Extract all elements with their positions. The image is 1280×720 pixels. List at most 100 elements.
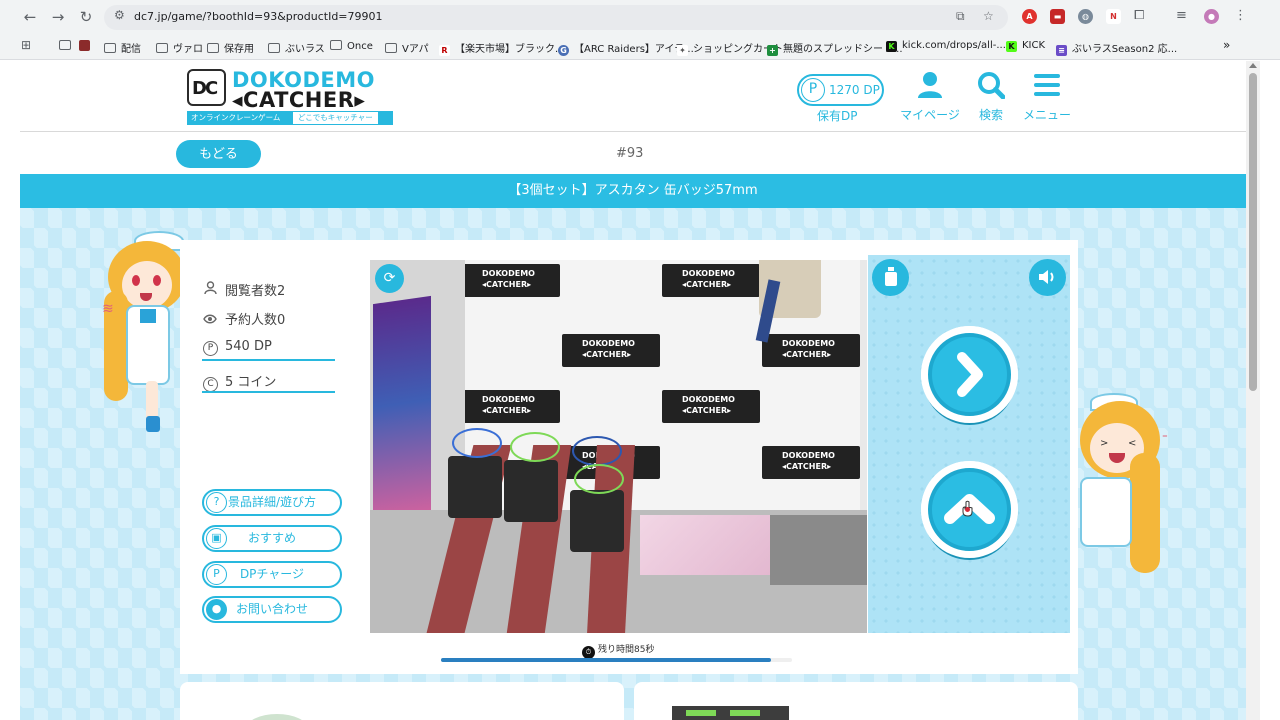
prize-box-2	[504, 460, 558, 522]
reload-icon[interactable]: ↻	[76, 7, 96, 27]
camera-logo-tile-text: DOKODEMO◂CATCHER▸	[782, 339, 835, 359]
camera-logo-tile: DOKODEMO◂CATCHER▸	[762, 446, 860, 479]
site-favicon-icon	[79, 40, 90, 51]
dp-balance-label: 保有DP	[817, 109, 858, 123]
crane-arm-button[interactable]	[872, 259, 909, 296]
p-coin-icon: P	[206, 564, 227, 585]
scroll-up-arrow-icon[interactable]	[1249, 63, 1257, 68]
install-app-icon[interactable]: ⧉	[956, 9, 965, 24]
contact-button[interactable]: ● お問い合わせ	[202, 596, 342, 623]
profile-avatar-icon[interactable]: ●	[1204, 9, 1219, 24]
hamburger-menu-icon	[1034, 74, 1060, 96]
folder-icon	[207, 43, 219, 53]
coin-cost: C5 コイン	[203, 371, 276, 392]
timer-progress-track	[441, 658, 792, 662]
address-bar[interactable]: ⚙ dc7.jp/game/?boothId=93&productId=7990…	[104, 5, 1008, 30]
bookmark-builas-season2[interactable]: ≡ ぶいラスSeason2 応...	[1056, 40, 1177, 56]
camera-logo-tile-text: DOKODEMO◂CATCHER▸	[582, 339, 635, 359]
forward-arrow-icon[interactable]: →	[48, 7, 68, 27]
header-divider	[20, 131, 1246, 132]
move-back-button[interactable]	[921, 461, 1018, 560]
sound-toggle-button[interactable]	[1029, 259, 1066, 296]
move-right-button[interactable]	[921, 326, 1018, 425]
extensions-puzzle-icon[interactable]: ⧠	[1134, 8, 1144, 23]
camera-logo-tile: DOKODEMO◂CATCHER▸	[762, 334, 860, 367]
coin-cost-underline	[202, 391, 335, 393]
url-text[interactable]: dc7.jp/game/?boothId=93&productId=79901	[134, 10, 383, 23]
folder-icon	[156, 43, 168, 53]
prize-ring-green-2	[574, 464, 624, 494]
camera-logo-tile: DOKODEMO◂CATCHER▸	[462, 390, 560, 423]
question-icon: ?	[206, 492, 227, 513]
site-logo[interactable]: DC DOKODEMO ◂CATCHER▸ オンラインクレーンゲーム どこでもキ…	[187, 68, 395, 126]
c-coin-icon: C	[203, 377, 218, 392]
window-edge	[1260, 61, 1280, 720]
right-arrow-icon	[957, 352, 983, 397]
media-queue-icon[interactable]: ≡	[1176, 8, 1187, 23]
extension-globe-icon[interactable]: ◍	[1078, 9, 1093, 24]
lower-card-left	[180, 682, 624, 720]
camera-logo-tile-text: DOKODEMO◂CATCHER▸	[482, 395, 535, 415]
logo-tagline: オンラインクレーンゲーム どこでもキャッチャー	[187, 111, 393, 125]
hand-cursor-icon	[962, 500, 973, 517]
bookmark-kick-drops[interactable]: Kkick.com/drops/all-...	[886, 40, 1006, 52]
surprise-mark-icon: ≋	[102, 301, 114, 317]
kebab-menu-icon[interactable]: ⋮	[1234, 8, 1247, 23]
extension-red-icon[interactable]: ▬	[1050, 9, 1065, 24]
camera-logo-tile: DOKODEMO◂CATCHER▸	[662, 264, 760, 297]
folder-icon	[104, 43, 116, 53]
back-arrow-icon[interactable]: ←	[20, 7, 40, 27]
bookmark-folder-vapa[interactable]: Vアパ	[385, 40, 429, 55]
dp-charge-button[interactable]: P DPチャージ	[202, 561, 342, 588]
more-bookmarks-chevron-icon[interactable]: »	[1223, 38, 1230, 52]
camera-logo-tile-text: DOKODEMO◂CATCHER▸	[682, 395, 735, 415]
dp-cost: P 540 DP	[203, 339, 272, 356]
bookmark-folder-once[interactable]: Once	[330, 40, 373, 52]
dp-balance-pill[interactable]: P 1270 DP	[797, 74, 884, 106]
bookmark-badge-1[interactable]	[79, 40, 95, 53]
camera-logo-tile-text: DOKODEMO◂CATCHER▸	[482, 269, 535, 289]
rotate-camera-button[interactable]: ⟳	[375, 264, 404, 293]
recommended-button[interactable]: ▣ おすすめ	[202, 525, 342, 552]
camera-logo-tile: DOKODEMO◂CATCHER▸	[662, 390, 760, 423]
mypage-button[interactable]: マイページ	[895, 71, 965, 123]
prize-drop-mat	[640, 515, 770, 575]
prize-ring-blue	[452, 428, 502, 458]
control-panel	[868, 255, 1070, 633]
bookmark-folder-builas[interactable]: ぶいラス	[268, 40, 325, 55]
bookmark-folder-hozon[interactable]: 保存用	[207, 40, 254, 55]
site-info-icon[interactable]: ⚙	[114, 8, 125, 22]
timer-progress-fill	[441, 658, 771, 662]
menu-button[interactable]: メニュー	[1012, 71, 1082, 123]
globe-favicon-icon: G	[558, 45, 569, 56]
scrollbar-thumb[interactable]	[1249, 73, 1257, 391]
back-button[interactable]: もどる	[176, 140, 261, 168]
bookmark-spreadsheet[interactable]: + 無題のスプレッドシート...	[767, 40, 903, 56]
extension-n-icon[interactable]: N	[1106, 9, 1121, 24]
dp-balance-value: 1270 DP	[829, 83, 880, 97]
folder-icon	[385, 43, 397, 53]
apps-grid-icon[interactable]: ⊞	[21, 38, 31, 52]
cart-favicon-icon: ✦	[677, 45, 688, 56]
bookmark-folder-valo[interactable]: ヴァロ	[156, 40, 203, 55]
prize-details-button[interactable]: ? 景品詳細/遊び方	[202, 489, 342, 516]
sheets-favicon-icon: +	[767, 45, 778, 56]
page-scrollbar[interactable]	[1246, 61, 1260, 720]
bookmark-star-icon[interactable]: ☆	[983, 9, 994, 23]
bookmark-kick[interactable]: K KICK	[1006, 40, 1045, 52]
bookmark-rakuten[interactable]: R 【楽天市場】ブラック...	[439, 40, 565, 56]
search-icon	[978, 72, 1006, 100]
kick-favicon-icon: K	[886, 41, 897, 52]
bookmarks-bar: ⊞ 配信 ヴァロ 保存用 ぶいラス Once Vアパ R 【楽天市場】ブラック..…	[0, 34, 1280, 60]
bookmark-arc-raiders[interactable]: G 【ARC Raiders】アイテ...	[558, 40, 694, 56]
crane-arm-icon	[884, 267, 897, 286]
bookmark-folder-haishin[interactable]: 配信	[104, 40, 141, 55]
camera-logo-tile: DOKODEMO◂CATCHER▸	[462, 264, 560, 297]
product-title-bar: 【3個セット】アスカタン 缶バッジ57mm	[20, 174, 1246, 208]
chat-bubble-icon: ●	[206, 599, 227, 620]
logo-mark: DC	[187, 69, 226, 106]
gift-icon: ▣	[206, 528, 227, 549]
adblock-extension-icon[interactable]: A	[1022, 9, 1037, 24]
bookmark-folder-1[interactable]	[59, 40, 76, 52]
viewer-count: 閲覧者数2	[203, 280, 285, 299]
